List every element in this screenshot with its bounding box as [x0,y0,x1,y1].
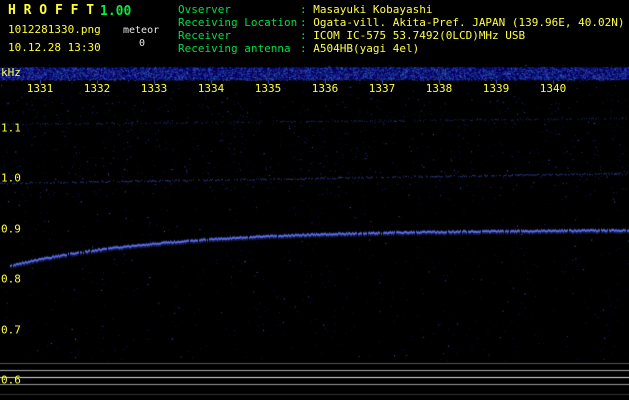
frequency-tick-label: 1.0 [1,171,21,185]
info-value: A504HB(yagi 4el) [313,42,420,55]
hrofft-app-window: H R O F F T 1.00 1012281330.png meteor 0… [0,0,629,400]
info-label: Receiver [178,29,231,42]
frequency-tick-label: 0.8 [1,272,21,286]
time-tick-label: 1334 [197,82,225,95]
time-tick-label: 1331 [26,82,54,95]
info-value: Masayuki Kobayashi [313,3,433,16]
info-row: Receiving Location: Ogata-vill. Akita-Pr… [178,16,625,29]
info-row: Receiving antenna: A504HB(yagi 4el) [178,42,625,55]
time-tick-label: 1336 [311,82,339,95]
info-separator: : [300,16,314,29]
time-tick-label: 1333 [140,82,168,95]
info-separator: : [300,29,314,42]
observation-datetime: 10.12.28 13:30 [8,41,101,54]
frequency-tick-label: 0.9 [1,222,21,236]
time-tick-label: 1335 [254,82,282,95]
time-tick-label: 1339 [482,82,510,95]
frequency-tick-label: 0.7 [1,323,21,337]
time-tick-label: 1338 [425,82,453,95]
spectrogram-canvas [0,0,629,400]
output-filename: 1012281330.png [8,23,101,36]
frequency-tick-label: 0.6 [1,373,21,387]
time-tick-label: 1337 [368,82,396,95]
info-value: ICOM IC-575 53.7492(0LCD)MHz USB [313,29,526,42]
info-separator: : [300,42,314,55]
info-label: Ovserver [178,3,231,16]
info-value: Ogata-vill. Akita-Pref. JAPAN (139.96E, … [313,16,625,29]
frequency-tick-label: 1.1 [1,121,21,135]
time-tick-label: 1340 [539,82,567,95]
info-separator: : [300,3,314,16]
station-info-panel: Ovserver: Masayuki Kobayashi Receiving Lo… [178,3,625,55]
info-row: Ovserver: Masayuki Kobayashi [178,3,625,16]
app-version: 1.00 [100,4,132,19]
info-label: Receiving antenna [178,42,291,55]
time-tick-label: 1332 [83,82,111,95]
app-title: H R O F F T [8,3,95,18]
meteor-counter-label: meteor [123,25,160,36]
frequency-unit-label: kHz [1,66,21,79]
info-label: Receiving Location [178,16,298,29]
meteor-counter-value: 0 [139,38,146,49]
info-row: Receiver: ICOM IC-575 53.7492(0LCD)MHz U… [178,29,625,42]
